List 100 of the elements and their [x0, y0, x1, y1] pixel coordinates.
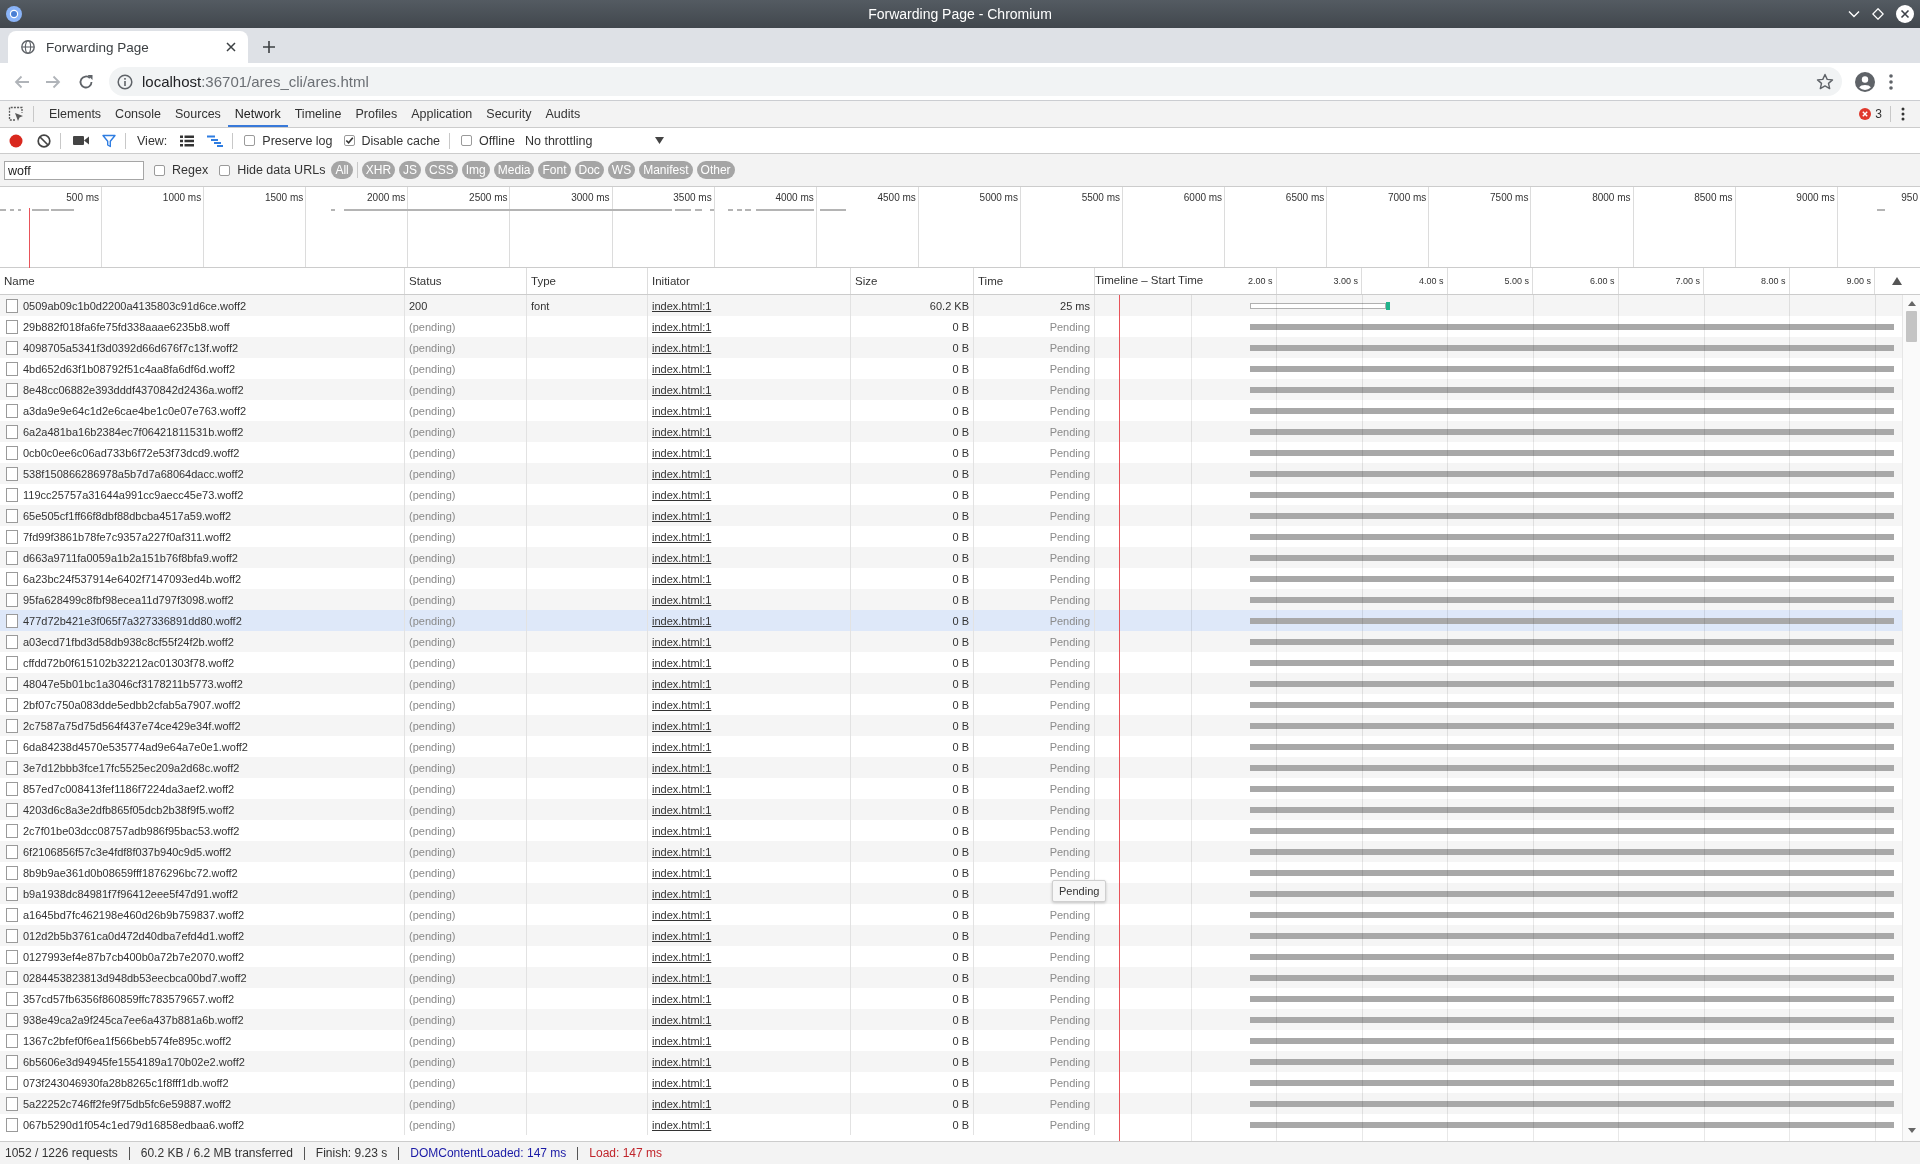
close-icon[interactable] — [226, 42, 236, 52]
table-row[interactable]: 3e7d12bbb3fce17fc5525ec209a2d68c.woff2 (pending) index.html:1 0 B Pending — [0, 757, 1902, 778]
more-icon[interactable] — [1901, 107, 1905, 121]
panel-tab[interactable]: Sources — [168, 101, 228, 127]
checkbox-label[interactable]: Regex — [172, 163, 209, 177]
initiator-link[interactable]: index.html:1 — [652, 341, 712, 354]
initiator-link[interactable]: index.html:1 — [652, 551, 712, 564]
initiator-link[interactable]: index.html:1 — [652, 635, 712, 648]
panel-tab[interactable]: Profiles — [348, 101, 405, 127]
initiator-link[interactable]: index.html:1 — [652, 845, 712, 858]
initiator-link[interactable]: index.html:1 — [652, 992, 712, 1005]
table-row[interactable]: 95fa628499c8fbf98ecea11d797f3098.woff2 (pending) index.html:1 0 B Pending — [0, 589, 1902, 610]
initiator-link[interactable]: index.html:1 — [652, 1118, 712, 1131]
table-row[interactable]: 477d72b421e3f065f7a327336891dd80.woff2 (pending) index.html:1 0 B Pending — [0, 610, 1902, 631]
panel-tab[interactable]: Security — [479, 101, 539, 127]
initiator-link[interactable]: index.html:1 — [652, 950, 712, 963]
column-header[interactable]: Size — [855, 275, 878, 287]
column-header[interactable]: Timeline – Start Time — [1095, 274, 1204, 286]
initiator-link[interactable]: index.html:1 — [652, 593, 712, 606]
table-row[interactable]: d663a9711fa0059a1b2a151b76f8bfa9.woff2 (pending) index.html:1 0 B Pending — [0, 547, 1902, 568]
initiator-link[interactable]: index.html:1 — [652, 404, 712, 417]
table-row[interactable]: 0509ab09c1b0d2200a4135803c91d6ce.woff2 200 font index.html:1 60.2 KB 25 ms — [0, 295, 1902, 316]
table-row[interactable]: 6a2a481ba16b2384ec7f06421811531b.woff2 (pending) index.html:1 0 B Pending — [0, 421, 1902, 442]
checkbox[interactable] — [461, 135, 473, 146]
checkbox-label[interactable]: Disable cache — [361, 133, 441, 148]
checkbox[interactable] — [244, 135, 256, 146]
info-icon[interactable] — [117, 73, 133, 90]
initiator-link[interactable]: index.html:1 — [652, 299, 712, 312]
reload-icon[interactable] — [78, 73, 94, 90]
panel-tab[interactable]: Timeline — [287, 101, 349, 127]
table-row[interactable]: 4098705a5341f3d0392d66d676f7c13f.woff2 (pending) index.html:1 0 B Pending — [0, 337, 1902, 358]
column-header[interactable]: Status — [409, 275, 442, 287]
column-header[interactable]: Type — [531, 275, 556, 287]
initiator-link[interactable]: index.html:1 — [652, 488, 712, 501]
initiator-link[interactable]: index.html:1 — [652, 362, 712, 375]
table-row[interactable]: 6f2106856f57c3e4fdf8f037b940c9d5.woff2 (pending) index.html:1 0 B Pending — [0, 841, 1902, 862]
initiator-link[interactable]: index.html:1 — [652, 887, 712, 900]
checkbox[interactable] — [219, 164, 231, 176]
initiator-link[interactable]: index.html:1 — [652, 782, 712, 795]
column-header[interactable]: Initiator — [652, 275, 690, 287]
close-icon[interactable] — [1896, 5, 1914, 23]
address-field[interactable]: localhost:36701/ares_cli/ares.html — [109, 67, 1842, 96]
initiator-link[interactable]: index.html:1 — [652, 908, 712, 921]
profile-icon[interactable] — [1855, 71, 1875, 92]
throttling-select[interactable]: No throttling — [524, 133, 664, 148]
panel-tab[interactable]: Elements — [42, 101, 109, 127]
scrollbar[interactable] — [1902, 295, 1920, 1141]
plus-icon[interactable] — [263, 41, 275, 53]
column-header[interactable]: Name — [4, 275, 35, 287]
initiator-link[interactable]: index.html:1 — [652, 719, 712, 732]
scroll-up-icon[interactable] — [1907, 301, 1916, 306]
initiator-link[interactable]: index.html:1 — [652, 446, 712, 459]
table-row[interactable]: 538f150866286978a5b7d7a68064dacc.woff2 (pending) index.html:1 0 B Pending — [0, 463, 1902, 484]
table-row[interactable]: 48047e5b01bc1a3046cf3178211b5773.woff2 (pending) index.html:1 0 B Pending — [0, 673, 1902, 694]
scrollbar-thumb[interactable] — [1906, 311, 1917, 342]
initiator-link[interactable]: index.html:1 — [652, 929, 712, 942]
checkbox-label[interactable]: Offline — [479, 133, 515, 148]
error-icon[interactable] — [1859, 108, 1872, 120]
initiator-link[interactable]: index.html:1 — [652, 1013, 712, 1026]
initiator-link[interactable]: index.html:1 — [652, 866, 712, 879]
filter-icon[interactable] — [102, 133, 116, 148]
error-count[interactable]: 3 — [1875, 107, 1882, 121]
initiator-link[interactable]: index.html:1 — [652, 971, 712, 984]
table-row[interactable]: 938e49ca2a9f245ca7ee6a437b881a6b.woff2 (pending) index.html:1 0 B Pending — [0, 1009, 1902, 1030]
initiator-link[interactable]: index.html:1 — [652, 467, 712, 480]
record-icon[interactable] — [9, 133, 23, 148]
star-icon[interactable] — [1816, 72, 1834, 91]
panel-tab[interactable]: Application — [404, 101, 480, 127]
checkbox[interactable] — [154, 164, 165, 176]
table-row[interactable]: 5a22252c746ff2fe9f75db5fc6e59887.woff2 (pending) index.html:1 0 B Pending — [0, 1093, 1902, 1114]
panel-tab[interactable]: Console — [108, 101, 168, 127]
initiator-link[interactable]: index.html:1 — [652, 803, 712, 816]
initiator-link[interactable]: index.html:1 — [652, 1055, 712, 1068]
initiator-link[interactable]: index.html:1 — [652, 1034, 712, 1047]
checkbox[interactable] — [343, 135, 355, 146]
menu-icon[interactable] — [1889, 73, 1893, 90]
scroll-down-icon[interactable] — [1907, 1128, 1916, 1133]
inspect-cursor-icon[interactable] — [8, 106, 24, 122]
initiator-link[interactable]: index.html:1 — [652, 761, 712, 774]
initiator-link[interactable]: index.html:1 — [652, 572, 712, 585]
table-row[interactable]: 6b5606e3d94945fe1554189a170b02e2.woff2 (pending) index.html:1 0 B Pending — [0, 1051, 1902, 1072]
table-row[interactable]: 012d2b5b3761ca0d472d40dba7efd4d1.woff2 (pending) index.html:1 0 B Pending — [0, 925, 1902, 946]
list-icon[interactable] — [180, 134, 195, 147]
overview-timeline[interactable]: 500 ms 1000 ms 1500 ms 2000 ms 2500 ms 3000 ms 3500 ms 4000 ms 4500 ms 5000 ms 5500 ms 6000 ms 6500 ms 7000 ms 7500 ms 8000 ms 8500 ms 9000 ms 950 — [0, 187, 1920, 267]
chevron-down-icon[interactable] — [1848, 10, 1860, 18]
initiator-link[interactable]: index.html:1 — [652, 656, 712, 669]
initiator-link[interactable]: index.html:1 — [652, 383, 712, 396]
initiator-link[interactable]: index.html:1 — [652, 425, 712, 438]
ban-icon[interactable] — [37, 133, 51, 148]
initiator-link[interactable]: index.html:1 — [652, 1076, 712, 1089]
initiator-link[interactable]: index.html:1 — [652, 824, 712, 837]
table-row[interactable]: 0284453823813d948db53eecbca00bd7.woff2 (pending) index.html:1 0 B Pending — [0, 967, 1902, 988]
filter-input[interactable]: woff — [4, 160, 144, 180]
initiator-link[interactable]: index.html:1 — [652, 740, 712, 753]
initiator-link[interactable]: index.html:1 — [652, 320, 712, 333]
waterfall-icon[interactable] — [207, 134, 224, 147]
diamond-icon[interactable] — [1872, 8, 1884, 20]
panel-tab[interactable]: Audits — [538, 101, 588, 127]
column-header[interactable]: Time — [978, 275, 1004, 287]
video-camera-icon[interactable] — [73, 135, 89, 146]
